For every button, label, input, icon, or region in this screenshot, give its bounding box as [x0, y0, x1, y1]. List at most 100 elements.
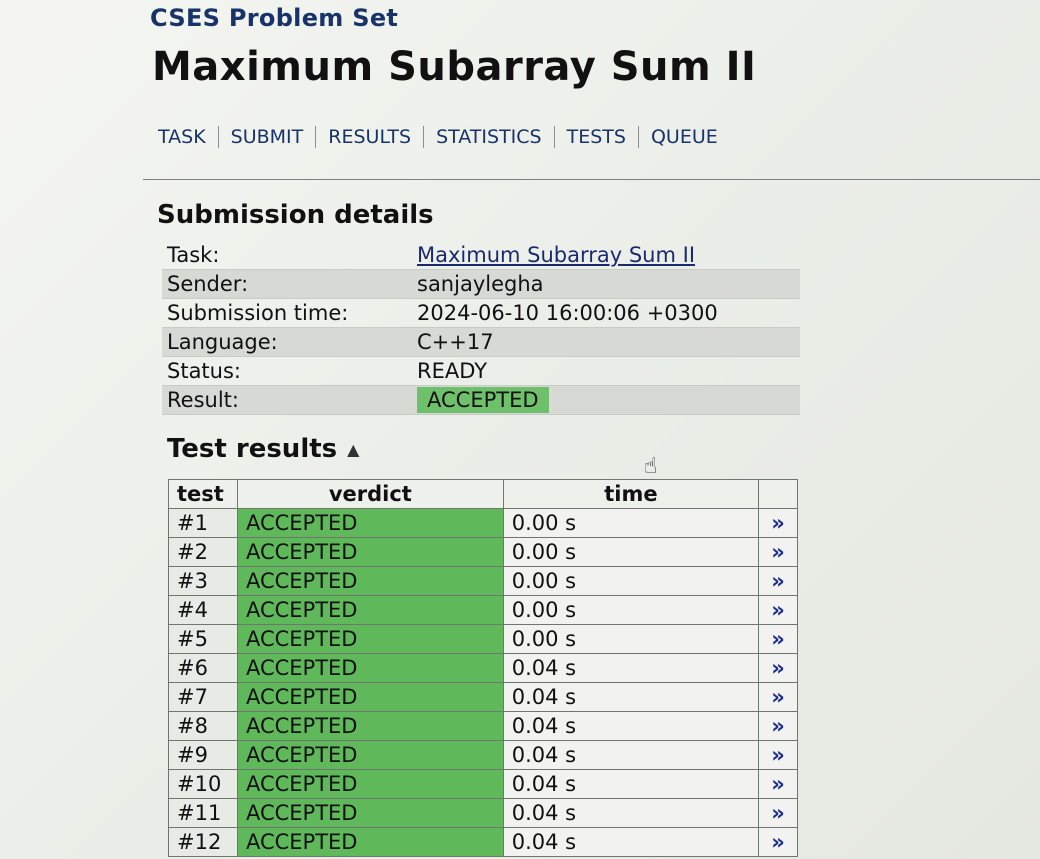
test-verdict: ACCEPTED: [236, 827, 504, 857]
test-time: 0.00 s: [502, 595, 760, 625]
double-chevron-right-icon[interactable]: »: [771, 540, 785, 564]
nav-statistics[interactable]: STATISTICS: [430, 126, 548, 148]
detail-value: 2024-06-10 16:00:06 +0300: [412, 298, 800, 328]
detail-label: Sender:: [162, 269, 412, 299]
test-detail-link-cell: »: [758, 711, 798, 741]
nav-divider: [637, 126, 639, 148]
double-chevron-right-icon[interactable]: »: [771, 685, 785, 709]
detail-value: READY: [412, 356, 800, 386]
test-number: #11: [168, 798, 238, 828]
test-verdict: ACCEPTED: [236, 798, 504, 828]
test-time: 0.04 s: [502, 827, 760, 857]
detail-value: C++17: [412, 327, 800, 357]
test-number: #5: [168, 624, 238, 654]
task-link[interactable]: Maximum Subarray Sum II: [417, 243, 695, 267]
nav-task[interactable]: TASK: [152, 126, 212, 148]
test-time: 0.00 s: [502, 624, 760, 654]
test-results-heading[interactable]: Test results ▲: [167, 434, 359, 464]
double-chevron-right-icon[interactable]: »: [771, 627, 785, 651]
site-title[interactable]: CSES Problem Set: [150, 4, 398, 32]
test-verdict: ACCEPTED: [236, 537, 504, 567]
double-chevron-right-icon[interactable]: »: [771, 801, 785, 825]
column-header-time: time: [502, 479, 760, 509]
nav-tests[interactable]: TESTS: [561, 126, 632, 148]
submission-details-heading: Submission details: [157, 200, 434, 230]
test-number: #2: [168, 537, 238, 567]
table-row: #1 ACCEPTED 0.00 s »: [168, 508, 798, 538]
test-time: 0.00 s: [502, 537, 760, 567]
screen: CSES Problem Set Maximum Subarray Sum II…: [0, 0, 1040, 859]
detail-label: Result:: [162, 385, 412, 415]
test-number: #1: [168, 508, 238, 538]
test-rows: #1 ACCEPTED 0.00 s» #2 ACCEPTED 0.00 s» #3 ACCE…: [168, 508, 798, 857]
test-verdict: ACCEPTED: [236, 566, 504, 596]
test-detail-link-cell: »: [758, 682, 798, 712]
page-title: Maximum Subarray Sum II: [152, 44, 757, 90]
test-verdict: ACCEPTED: [236, 653, 504, 683]
nav-queue[interactable]: QUEUE: [645, 126, 724, 148]
test-number: #9: [168, 740, 238, 770]
result-badge: ACCEPTED: [417, 387, 549, 413]
double-chevron-right-icon[interactable]: »: [771, 511, 785, 535]
double-chevron-right-icon[interactable]: »: [771, 772, 785, 796]
test-detail-link-cell: »: [758, 827, 798, 857]
test-detail-link-cell: »: [758, 798, 798, 828]
double-chevron-right-icon[interactable]: »: [771, 569, 785, 593]
nav-divider: [553, 126, 555, 148]
table-row: #3 ACCEPTED 0.00 s »: [168, 566, 798, 596]
table-row: #10 ACCEPTED 0.04 s »: [168, 769, 798, 799]
double-chevron-right-icon[interactable]: »: [771, 743, 785, 767]
test-number: #4: [168, 595, 238, 625]
detail-value: Maximum Subarray Sum II: [412, 241, 800, 270]
test-detail-link-cell: »: [758, 740, 798, 770]
table-row: #6 ACCEPTED 0.04 s »: [168, 653, 798, 683]
double-chevron-right-icon[interactable]: »: [771, 830, 785, 854]
detail-row-result: Result: ACCEPTED: [162, 385, 800, 415]
double-chevron-right-icon[interactable]: »: [771, 656, 785, 680]
test-time: 0.04 s: [502, 711, 760, 741]
double-chevron-right-icon[interactable]: »: [771, 598, 785, 622]
nav-results[interactable]: RESULTS: [322, 126, 417, 148]
task-nav: TASK SUBMIT RESULTS STATISTICS TESTS QUE…: [152, 126, 724, 148]
test-verdict: ACCEPTED: [236, 682, 504, 712]
test-time: 0.04 s: [502, 769, 760, 799]
detail-row-status: Status: READY: [162, 356, 800, 386]
test-time: 0.00 s: [502, 508, 760, 538]
test-verdict: ACCEPTED: [236, 740, 504, 770]
test-detail-link-cell: »: [758, 537, 798, 567]
nav-divider: [423, 126, 425, 148]
table-header-row: test verdict time: [168, 479, 798, 509]
test-detail-link-cell: »: [758, 508, 798, 538]
detail-label: Task:: [162, 241, 412, 270]
column-header-verdict: verdict: [236, 479, 504, 509]
nav-divider: [217, 126, 219, 148]
test-verdict: ACCEPTED: [236, 508, 504, 538]
test-number: #8: [168, 711, 238, 741]
test-verdict: ACCEPTED: [236, 595, 504, 625]
test-time: 0.00 s: [502, 566, 760, 596]
table-row: #4 ACCEPTED 0.00 s »: [168, 595, 798, 625]
double-chevron-right-icon[interactable]: »: [771, 714, 785, 738]
table-row: #8 ACCEPTED 0.04 s »: [168, 711, 798, 741]
test-results-title: Test results: [167, 434, 338, 464]
header-divider: [143, 179, 1040, 180]
table-row: #7 ACCEPTED 0.04 s »: [168, 682, 798, 712]
test-detail-link-cell: »: [758, 595, 798, 625]
table-row: #5 ACCEPTED 0.00 s »: [168, 624, 798, 654]
table-row: #2 ACCEPTED 0.00 s »: [168, 537, 798, 567]
nav-submit[interactable]: SUBMIT: [225, 126, 310, 148]
test-verdict: ACCEPTED: [236, 711, 504, 741]
detail-label: Submission time:: [162, 298, 412, 328]
test-number: #3: [168, 566, 238, 596]
test-results-table: test verdict time #1 ACCEPTED 0.00 s» #2 ACC…: [168, 479, 798, 857]
table-row: #12 ACCEPTED 0.04 s »: [168, 827, 798, 857]
triangle-up-icon[interactable]: ▲: [347, 440, 359, 459]
nav-divider: [315, 126, 317, 148]
test-detail-link-cell: »: [758, 566, 798, 596]
detail-row-sender: Sender: sanjaylegha: [162, 269, 800, 299]
test-verdict: ACCEPTED: [236, 769, 504, 799]
detail-row-time: Submission time: 2024-06-10 16:00:06 +03…: [162, 298, 800, 328]
test-number: #12: [168, 827, 238, 857]
table-row: #11 ACCEPTED 0.04 s »: [168, 798, 798, 828]
detail-label: Language:: [162, 327, 412, 357]
